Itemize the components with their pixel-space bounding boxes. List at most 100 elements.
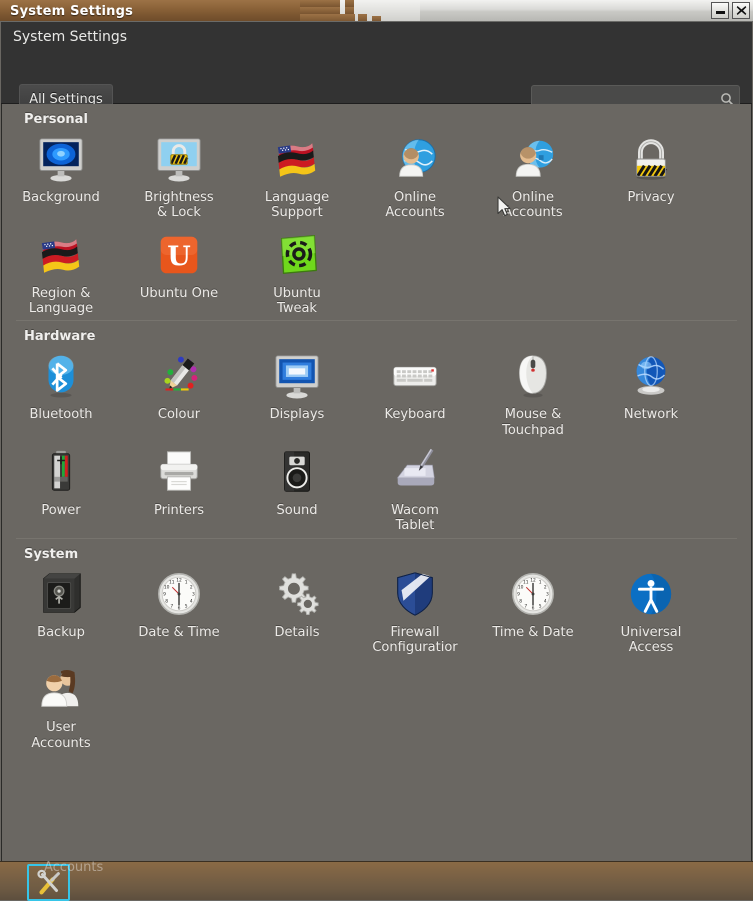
settings-section: Personal Background Brightness& Lock [2, 104, 751, 320]
section-title: Hardware [2, 321, 751, 346]
flags-icon [271, 133, 323, 185]
window-titlebar[interactable]: System Settings [0, 0, 753, 22]
ubuntu-tweak-icon [271, 229, 323, 281]
settings-tile-label: Mouse &Touchpad [502, 407, 564, 438]
taskbar-item-system-settings[interactable] [27, 864, 70, 901]
section-title: System [2, 539, 751, 564]
settings-tile-label: Background [22, 190, 100, 205]
settings-tile-label: Privacy [627, 190, 674, 205]
settings-tile-printers[interactable]: Printers [120, 442, 238, 534]
settings-tile-label: Printers [154, 503, 204, 518]
settings-tile-online-accounts[interactable]: OnlineAccounts [356, 129, 474, 221]
network-globe-icon [625, 350, 677, 402]
settings-tile-bluetooth[interactable]: Bluetooth [2, 346, 120, 438]
svg-text:2: 2 [544, 584, 547, 590]
svg-text:8: 8 [165, 598, 168, 604]
close-icon [736, 5, 747, 16]
settings-tile-label: WacomTablet [391, 503, 439, 534]
svg-text:5: 5 [185, 603, 188, 609]
svg-text:4: 4 [190, 598, 193, 604]
svg-text:8: 8 [519, 598, 522, 604]
mouse-icon [507, 350, 559, 402]
svg-text:7: 7 [170, 603, 173, 609]
settings-section: System Backup 1212 345 678 91011 Date & … [2, 538, 751, 755]
taskbar: Accounts [0, 861, 753, 900]
tools-icon [34, 868, 64, 898]
settings-grid: Bluetooth Colour [2, 346, 751, 537]
settings-tile-ubuntu-tweak[interactable]: UbuntuTweak [238, 225, 356, 317]
gears-icon [271, 568, 323, 620]
titlebar-brown-band: System Settings [0, 0, 300, 22]
clock-icon: 1212 345 678 91011 [153, 568, 205, 620]
svg-text:5: 5 [539, 603, 542, 609]
settings-tile-language-support[interactable]: LanguageSupport [238, 129, 356, 221]
globe-user-icon [389, 133, 441, 185]
close-button[interactable] [732, 2, 750, 19]
titlebar-step-7 [358, 14, 367, 22]
settings-tile-label: Brightness& Lock [144, 190, 213, 221]
minimize-button[interactable] [711, 2, 729, 19]
settings-tile-label: UserAccounts [31, 720, 90, 751]
titlebar-step-1 [300, 0, 330, 7]
settings-tile-power[interactable]: Power [2, 442, 120, 534]
svg-text:11: 11 [169, 579, 175, 585]
settings-tile-label: Ubuntu One [140, 286, 218, 301]
svg-text:U: U [167, 241, 190, 272]
settings-tile-label: Sound [277, 503, 318, 518]
settings-tile-label: Keyboard [384, 407, 445, 422]
settings-tile-region-language[interactable]: Region &Language [2, 225, 120, 317]
settings-tile-ubuntu-one[interactable]: U Ubuntu One [120, 225, 238, 317]
svg-text:1: 1 [539, 579, 542, 585]
settings-tile-label: UniversalAccess [621, 625, 682, 656]
speaker-icon [271, 446, 323, 498]
settings-tile-label: Power [41, 503, 80, 518]
clock-icon: 1212 345 678 91011 [507, 568, 559, 620]
svg-text:12: 12 [530, 577, 536, 583]
window-title: System Settings [0, 4, 133, 19]
shield-icon [389, 568, 441, 620]
settings-tile-network[interactable]: Network [592, 346, 710, 438]
section-title: Personal [2, 104, 751, 129]
svg-text:2: 2 [190, 584, 193, 590]
settings-tile-colour[interactable]: Colour [120, 346, 238, 438]
system-settings-window: System Settings System Settings All Sett… [0, 0, 753, 900]
settings-tile-details[interactable]: Details [238, 564, 356, 656]
settings-tile-sound[interactable]: Sound [238, 442, 356, 534]
wacom-tablet-icon [389, 446, 441, 498]
settings-tile-background[interactable]: Background [2, 129, 120, 221]
settings-tile-displays[interactable]: Displays [238, 346, 356, 438]
display-icon [271, 350, 323, 402]
settings-tile-online-accounts[interactable]: OnlineAccounts [474, 129, 592, 221]
flags-icon [35, 229, 87, 281]
settings-tile-wacom-tablet[interactable]: WacomTablet [356, 442, 474, 534]
safe-icon [35, 568, 87, 620]
titlebar-step-3 [345, 0, 354, 7]
svg-text:12: 12 [176, 577, 182, 583]
settings-tile-date-time[interactable]: 1212 345 678 91011 Date & Time [120, 564, 238, 656]
svg-text:9: 9 [163, 591, 166, 597]
settings-tile-label: Network [624, 407, 678, 422]
settings-tile-universal-access[interactable]: UniversalAccess [592, 564, 710, 656]
settings-tile-label: LanguageSupport [265, 190, 329, 221]
settings-tile-user-accounts[interactable]: UserAccounts [2, 659, 120, 751]
bluetooth-icon [35, 350, 87, 402]
settings-tile-label: UbuntuTweak [273, 286, 321, 317]
titlebar-step-5 [345, 7, 354, 14]
settings-tile-backup[interactable]: Backup [2, 564, 120, 656]
settings-tile-time-date[interactable]: 1212 345 678 91011 Time & Date [474, 564, 592, 656]
settings-tile-mouse-touchpad[interactable]: Mouse &Touchpad [474, 346, 592, 438]
settings-tile-firewall-configuratior[interactable]: FirewallConfiguratior [356, 564, 474, 656]
svg-text:9: 9 [517, 591, 520, 597]
settings-tile-keyboard[interactable]: Keyboard [356, 346, 474, 438]
settings-tile-label: OnlineAccounts [503, 190, 562, 221]
svg-text:4: 4 [544, 598, 547, 604]
settings-tile-privacy[interactable]: Privacy [592, 129, 710, 221]
page-title: System Settings [13, 29, 127, 45]
settings-tile-label: OnlineAccounts [385, 190, 444, 221]
printer-icon [153, 446, 205, 498]
settings-content: Personal Background Brightness& Lock [1, 104, 752, 861]
settings-tile-brightness-lock[interactable]: Brightness& Lock [120, 129, 238, 221]
ubuntu-one-icon: U [153, 229, 205, 281]
settings-tile-label: Region &Language [29, 286, 93, 317]
user-globe-icon [507, 133, 559, 185]
